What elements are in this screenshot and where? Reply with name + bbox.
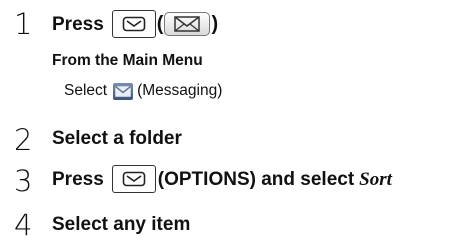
step-3-number: 3 xyxy=(14,164,33,198)
messaging-label: (Messaging) xyxy=(137,82,223,99)
messaging-envelope-glyph-icon xyxy=(115,85,131,97)
sort-option-label: Sort xyxy=(359,168,392,190)
step-3-suffix: (OPTIONS) and select xyxy=(157,168,355,190)
step-1-paren-open: ( xyxy=(156,13,164,35)
envelope-softkey-icon xyxy=(164,12,211,36)
messaging-icon xyxy=(113,82,134,100)
select-label: Select xyxy=(64,82,108,99)
mail-key-icon xyxy=(111,165,156,193)
step-2: 2 Select a folder xyxy=(0,120,467,157)
main-menu-heading: From the Main Menu xyxy=(52,52,203,69)
step-2-number: 2 xyxy=(14,123,33,157)
step-2-text: Select a folder xyxy=(52,128,182,149)
step-1-paren-close: ) xyxy=(211,13,219,35)
step-3-prefix: Press xyxy=(52,168,104,190)
step-1-text: Press ( ) xyxy=(52,10,218,38)
instruction-page: 1 Press ( ) From the Main Menu Select (M… xyxy=(0,0,467,250)
mail-glyph-icon xyxy=(122,171,146,187)
mail-glyph-icon xyxy=(122,16,146,32)
step-4-text: Select any item xyxy=(52,214,191,235)
envelope-glyph-icon xyxy=(174,16,201,32)
step-4-number: 4 xyxy=(14,208,33,242)
step-1: 1 Press ( ) xyxy=(0,4,467,44)
step-1-prefix: Press xyxy=(52,13,104,35)
mail-key-icon xyxy=(111,10,156,38)
step-4: 4 Select any item xyxy=(0,204,467,242)
step-3-text: Press (OPTIONS) and select Sort xyxy=(52,165,392,193)
main-menu-instruction: Select (Messaging) xyxy=(64,82,222,100)
step-3: 3 Press (OPTIONS) and select Sort xyxy=(0,160,467,200)
step-1-number: 1 xyxy=(14,7,33,41)
